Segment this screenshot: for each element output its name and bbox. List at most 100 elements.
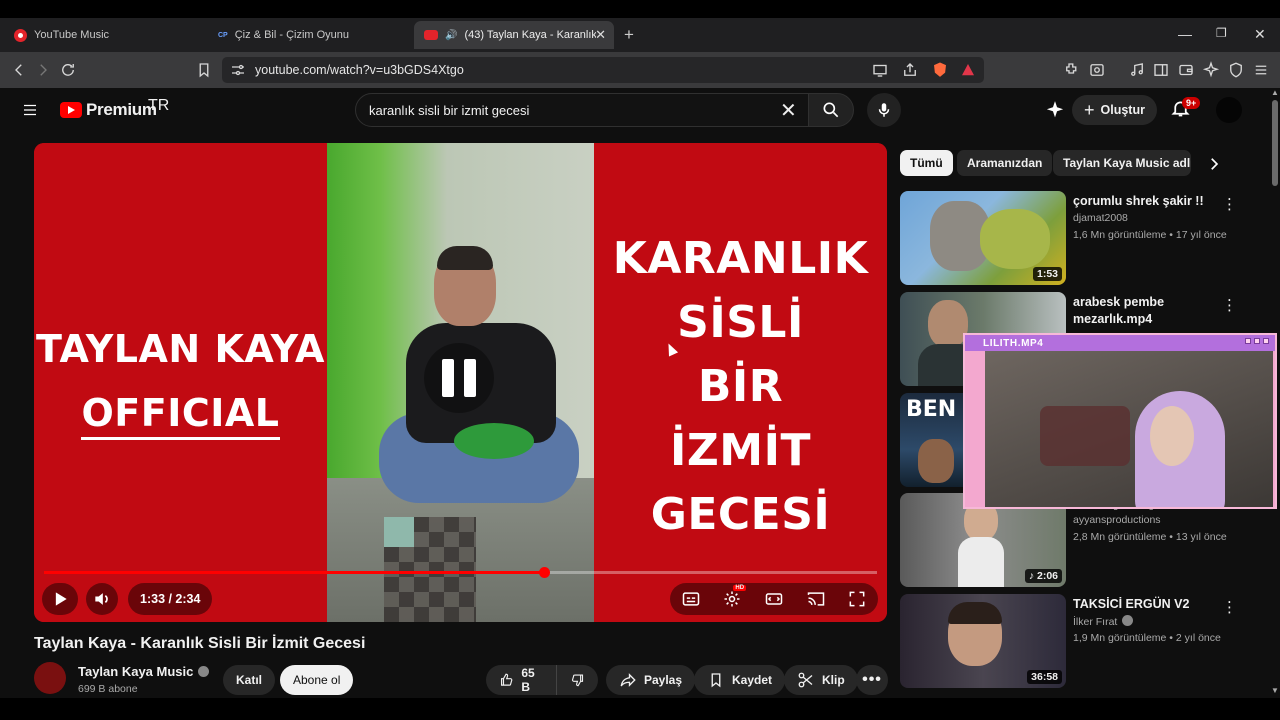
chip-from-search[interactable]: Aramanızdan [957, 150, 1053, 176]
clear-search-icon[interactable]: ✕ [780, 98, 797, 123]
cp-icon: CP [218, 31, 228, 39]
lilith-overlay-window[interactable]: LILITH.MP4 [963, 333, 1277, 509]
overlay-title-bar[interactable]: LILITH.MP4 [965, 335, 1275, 351]
more-actions-button[interactable]: ••• [856, 665, 888, 695]
chips-next-icon[interactable] [1204, 154, 1224, 174]
overlay-minimize-button[interactable] [1245, 338, 1251, 344]
minimize-button[interactable]: — [1178, 26, 1192, 42]
cast-page-icon[interactable] [870, 60, 890, 80]
back-icon[interactable] [9, 60, 29, 80]
url-text: youtube.com/watch?v=u3bGDS4Xtgo [255, 63, 464, 77]
thumbs-up-icon [500, 673, 513, 686]
clip-button[interactable]: Klip [784, 665, 858, 695]
bookmark-icon[interactable] [194, 60, 214, 80]
youtube-premium-logo[interactable]: Premium [60, 100, 157, 120]
recommendation-channel: İlker Fırat [1073, 615, 1134, 628]
channel-avatar[interactable] [34, 662, 66, 694]
reload-icon[interactable] [58, 60, 78, 80]
video-figure-hair [437, 246, 493, 270]
scroll-down-icon[interactable]: ▼ [1271, 686, 1279, 695]
overlay-window-buttons [1245, 338, 1269, 344]
sidebar-icon[interactable] [1151, 60, 1171, 80]
search-button[interactable] [808, 93, 854, 127]
tab-youtube-music[interactable]: YouTube Music [4, 21, 204, 49]
subscribe-button[interactable]: Abone ol [280, 665, 354, 695]
close-window-button[interactable]: ✕ [1254, 26, 1266, 43]
subtitles-icon[interactable] [681, 589, 701, 609]
notification-badge: 9+ [1182, 97, 1201, 109]
extensions-icon[interactable] [1062, 60, 1082, 80]
video-duration: 1:53 [1032, 267, 1062, 281]
webcam-person-face [1150, 406, 1194, 466]
video-player[interactable]: TAYLAN KAYA OFFICIAL KARANLIK SİSLİ BİR … [34, 143, 887, 622]
overlay-close-button[interactable] [1263, 338, 1269, 344]
fullscreen-icon[interactable] [847, 589, 867, 609]
wallet-icon[interactable] [1176, 60, 1196, 80]
time-display: 1:33 / 2:34 [128, 583, 213, 615]
tab-bar: YouTube Music CP Çiz & Bil - Çizim Oyunu… [0, 18, 1280, 52]
search-input[interactable]: karanlık sisli bir izmit gecesi ✕ [355, 93, 809, 127]
more-vertical-icon[interactable]: ⋮ [1222, 296, 1237, 314]
save-button[interactable]: Kaydet [694, 665, 786, 695]
recommendation-thumbnail[interactable]: 36:58 [900, 594, 1066, 688]
share-button[interactable]: Paylaş [606, 665, 696, 695]
music-icon[interactable] [1127, 60, 1147, 80]
recommendation-item[interactable]: 36:58 TAKSİCİ ERGÜN V2 İlker Fırat 1,9 M… [900, 594, 1266, 688]
tab-ciz-bil[interactable]: CP Çiz & Bil - Çizim Oyunu [208, 21, 408, 49]
ai-sparkle-icon[interactable] [1045, 100, 1065, 120]
youtube-icon [424, 30, 438, 40]
brave-rewards-icon[interactable] [958, 60, 978, 80]
chip-channel[interactable]: Taylan Kaya Music adlı y [1053, 150, 1191, 176]
forward-icon[interactable] [33, 60, 53, 80]
volume-button[interactable] [86, 583, 118, 615]
vpn-icon[interactable] [1226, 60, 1246, 80]
video-duration: 36:58 [1027, 670, 1062, 684]
more-vertical-icon[interactable]: ⋮ [1222, 598, 1237, 616]
share-label: Paylaş [644, 673, 683, 687]
webcam-background-object [1040, 406, 1130, 466]
more-vertical-icon[interactable]: ⋮ [1222, 195, 1237, 213]
thumbnail-figure [928, 300, 968, 348]
site-settings-icon[interactable] [228, 60, 248, 80]
join-button[interactable]: Katıl [223, 665, 276, 695]
new-tab-button[interactable]: + [624, 25, 634, 45]
progress-scrubber[interactable] [538, 567, 550, 578]
recommendation-item[interactable]: 1:53 çorumlu shrek şakir !! djamat2008 1… [900, 191, 1266, 285]
overlay-maximize-button[interactable] [1254, 338, 1260, 344]
scrollbar-thumb[interactable] [1272, 100, 1278, 186]
tab-label: Çiz & Bil - Çizim Oyunu [234, 29, 350, 41]
screen-top-band [0, 0, 1280, 18]
maximize-button[interactable]: ❐ [1216, 26, 1227, 40]
channel-name[interactable]: Taylan Kaya Music [78, 664, 210, 679]
like-button[interactable]: 65 B [486, 665, 556, 695]
voice-search-button[interactable] [867, 93, 901, 127]
share-icon[interactable] [900, 60, 920, 80]
play-button[interactable] [42, 583, 78, 615]
screenshot-icon[interactable] [1087, 60, 1107, 80]
theater-mode-icon[interactable] [764, 589, 784, 609]
brave-shield-icon[interactable] [930, 60, 950, 80]
scroll-up-icon[interactable]: ▲ [1271, 88, 1279, 97]
overlay-title: LILITH.MP4 [983, 337, 1044, 349]
leo-ai-icon[interactable] [1201, 60, 1221, 80]
tab-taylan-kaya[interactable]: 🔊 (43) Taylan Kaya - Karanlık Sisli ✕ [414, 21, 614, 49]
volume-icon [95, 593, 108, 605]
settings-button[interactable]: HD [722, 585, 747, 609]
account-avatar[interactable] [1216, 97, 1242, 123]
create-button[interactable]: + Oluştur [1072, 95, 1157, 125]
menu-icon[interactable] [1251, 60, 1271, 80]
progress-bar[interactable] [44, 567, 877, 578]
dislike-button[interactable] [556, 665, 598, 695]
close-tab-icon[interactable]: ✕ [595, 27, 606, 43]
thumbs-down-icon [571, 674, 584, 687]
recommendation-thumbnail[interactable]: 1:53 [900, 191, 1066, 285]
tab-label: YouTube Music [34, 29, 110, 41]
recommendation-title: arabesk pembe mezarlık.mp4 [1073, 295, 1165, 326]
address-bar[interactable]: youtube.com/watch?v=u3bGDS4Xtgo [222, 57, 984, 83]
youtube-music-icon [14, 28, 27, 42]
chip-all[interactable]: Tümü [900, 150, 953, 176]
cast-icon[interactable] [806, 589, 826, 609]
hamburger-menu-icon[interactable] [20, 100, 40, 120]
subscriber-count: 699 B abone [78, 683, 138, 695]
pause-overlay-icon[interactable] [424, 343, 494, 413]
